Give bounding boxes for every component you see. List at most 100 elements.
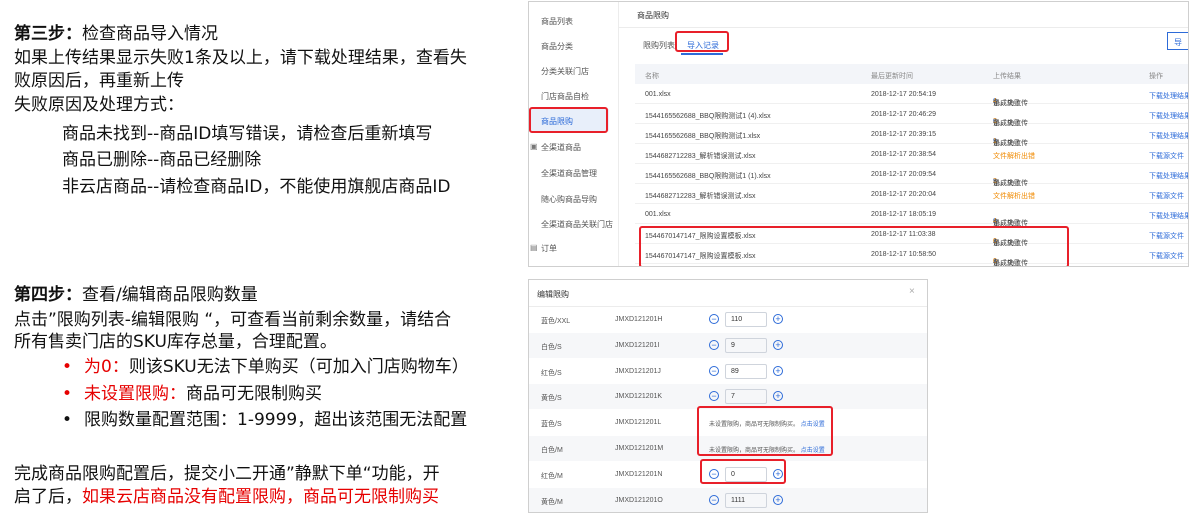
download-link[interactable]: 下载源文件 [1149, 251, 1184, 261]
sku-spec: 红色/S [541, 369, 562, 377]
limit-quantity-input[interactable]: 9 [725, 337, 767, 353]
download-link[interactable]: 下载处理结果 [1149, 171, 1188, 181]
file-name: 1544165562688_BBQ限购测试1.xlsx [645, 133, 761, 140]
table-row: 1544165562688_BBQ限购测试1 (4).xlsx 2018-12-1… [635, 104, 1188, 127]
bullet-dot: • [62, 357, 73, 377]
step4-heading: 第四步：查看/编辑商品限购数量 [14, 283, 258, 307]
table-row: 1544682712283_解析错误测试.xlsx 2018-12-17 20:2… [635, 184, 1188, 204]
download-link[interactable]: 下载处理结果 [1149, 91, 1188, 101]
footer-line2-black: 启了后， [14, 487, 82, 507]
update-time: 2018-12-17 18:05:19 [871, 211, 936, 218]
step4-line1: 点击”限购列表-编辑限购 “，可查看当前剩余数量，请结合 [14, 310, 452, 330]
minus-icon[interactable]: − [709, 339, 719, 350]
sidebar-item-omni-store[interactable]: 全渠道商品关联门店 [541, 219, 613, 230]
result-error: 文件解析出错 [993, 193, 1035, 200]
limit-quantity-input[interactable]: 7 [725, 389, 767, 405]
plus-icon[interactable]: + [773, 314, 783, 324]
table-header: 名称 最后更新时间 上传结果 操作 [635, 64, 1188, 84]
sku-code: JMXD121201O [615, 496, 663, 504]
sidebar-item-store-selfcheck[interactable]: 门店商品自检 [541, 91, 589, 102]
update-time: 2018-12-17 20:39:15 [871, 131, 936, 138]
update-time: 2018-12-17 20:38:54 [871, 151, 936, 158]
import-record-screenshot: 商品列表 商品分类 分类关联门店 门店商品自检 商品限购 ▣ 全渠道商品 全渠道… [528, 1, 1189, 267]
minus-icon[interactable]: − [709, 314, 719, 324]
sku-code: JMXD121201J [615, 367, 661, 375]
highlight-box [697, 406, 833, 456]
col-name: 名称 [645, 73, 659, 80]
footer-line1: 完成商品限购配置后，提交小二开通”静默下单“功能，开 [14, 464, 440, 484]
bullet-3-text: 限购数量配置范围：1-9999，超出该范围无法配置 [84, 410, 468, 430]
table-row: 1544165562688_BBQ限购测试1 (1).xlsx 2018-12-1… [635, 164, 1188, 187]
step3-line3: 失败原因及处理方式： [14, 95, 184, 115]
close-icon[interactable]: × [909, 286, 915, 297]
sku-code: JMXD121201L [615, 419, 662, 427]
bullet-2: • 未设置限购：商品可无限制购买 [62, 382, 322, 406]
minus-icon[interactable]: − [709, 494, 719, 505]
update-time: 2018-12-17 20:46:29 [871, 111, 936, 118]
page-title: 商品限购 [637, 11, 669, 20]
sku-spec: 白色/S [541, 343, 562, 351]
sku-row: 黄色/M JMXD121201O −1111 + [529, 487, 927, 512]
step3-heading: 第三步：检查商品导入情况 [14, 22, 218, 46]
bullet-dot: • [62, 410, 73, 430]
highlight-box [529, 107, 608, 133]
step3-heading-bold: 第三步： [14, 24, 82, 44]
file-name: 001.xlsx [645, 211, 671, 218]
sidebar-item-guide[interactable]: 随心购商品导购 [541, 194, 597, 205]
download-link[interactable]: 下载源文件 [1149, 231, 1184, 241]
bullet-2-red: 未设置限购： [84, 384, 186, 404]
bullet-2-text: 商品可无限制购买 [186, 384, 322, 404]
table-row: 001.xlsx 2018-12-17 18:05:19 已成功上传 0 条，失败 4 条下… [635, 204, 1188, 227]
download-link[interactable]: 下载处理结果 [1149, 211, 1188, 221]
update-time: 2018-12-17 20:20:04 [871, 191, 936, 198]
file-name: 001.xlsx [645, 91, 671, 98]
sidebar-item-product-list[interactable]: 商品列表 [541, 16, 573, 27]
limit-quantity-input[interactable]: 1111 [725, 492, 767, 508]
limit-quantity-input[interactable]: 110 [725, 312, 767, 327]
minus-icon[interactable]: − [709, 391, 719, 402]
col-action: 操作 [1149, 73, 1163, 80]
footer-line2-red: 如果云店商品没有配置限购，商品可无限制购买 [82, 487, 439, 507]
reason-1: 商品未找到--商品ID填写错误，请检查后重新填写 [62, 124, 433, 144]
plus-icon[interactable]: + [773, 391, 783, 402]
sku-code: JMXD121201H [615, 316, 663, 323]
download-link[interactable]: 下载处理结果 [1149, 131, 1188, 141]
bullet-1: • 为0：则该SKU无法下单购买（可加入门店购物车） [62, 355, 469, 379]
highlight-box [639, 226, 1069, 266]
sidebar-item-omni-manage[interactable]: 全渠道商品管理 [541, 168, 597, 179]
active-tab-underline [681, 53, 723, 55]
col-time: 最后更新时间 [871, 73, 913, 80]
reason-3: 非云店商品--请检查商品ID，不能使用旗舰店商品ID [62, 177, 451, 197]
bullet-1-text: 则该SKU无法下单购买（可加入门店购物车） [128, 357, 469, 377]
limit-quantity-input[interactable]: 89 [725, 363, 767, 379]
table-row: 1544165562688_BBQ限购测试1.xlsx 2018-12-17 20… [635, 124, 1188, 147]
export-button[interactable]: 导 [1167, 32, 1188, 50]
sidebar-item-orders[interactable]: 订单 [541, 243, 557, 254]
table-row: 001.xlsx 2018-12-17 20:54:19 已成功上传 0 条，失败 4 条下… [635, 84, 1188, 107]
col-result: 上传结果 [993, 73, 1021, 80]
dialog-title: 编辑限购 [537, 290, 569, 299]
grid-icon: ▣ [530, 142, 538, 151]
result-error: 文件解析出错 [993, 153, 1035, 160]
minus-icon[interactable]: − [709, 365, 719, 376]
panel-header: 商品限购 [619, 2, 1188, 28]
sidebar-item-category-store[interactable]: 分类关联门店 [541, 66, 589, 77]
download-link[interactable]: 下载源文件 [1149, 151, 1184, 161]
download-link[interactable]: 下载源文件 [1149, 191, 1184, 201]
tab-limit-list[interactable]: 限购列表 [643, 40, 675, 51]
bullet-dot: • [62, 384, 73, 404]
sku-spec: 蓝色/XXL [541, 318, 571, 325]
download-link[interactable]: 下载处理结果 [1149, 111, 1188, 121]
file-name: 1544682712283_解析错误测试.xlsx [645, 153, 756, 160]
plus-icon[interactable]: + [773, 365, 783, 376]
sku-spec: 红色/M [541, 472, 563, 480]
sku-spec: 白色/M [541, 447, 563, 454]
plus-icon[interactable]: + [773, 339, 783, 350]
highlight-box [675, 31, 729, 52]
sku-spec: 黄色/M [541, 498, 563, 506]
sidebar-item-product-category[interactable]: 商品分类 [541, 41, 573, 52]
step4-heading-bold: 第四步： [14, 285, 82, 305]
plus-icon[interactable]: + [773, 494, 783, 505]
edit-limit-dialog: 编辑限购 × 蓝色/XXL JMXD121201H −110 + 白色/S JMXD121… [528, 279, 928, 513]
sidebar-item-omni-products[interactable]: 全渠道商品 [541, 142, 581, 153]
